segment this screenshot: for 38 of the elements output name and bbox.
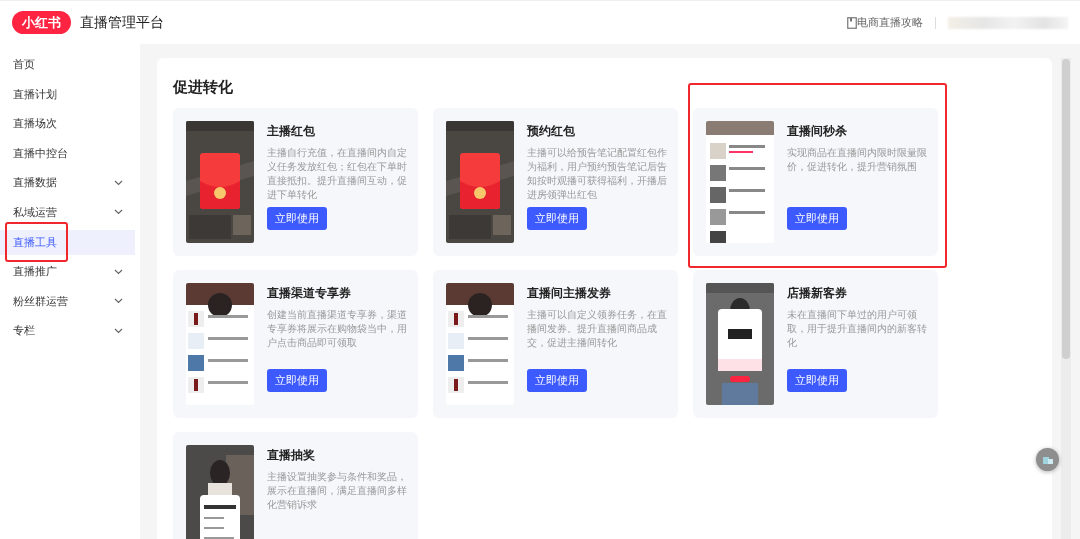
book-icon — [847, 16, 857, 29]
sidebar-item[interactable]: 直播推广 — [0, 259, 135, 285]
section-title: 促进转化 — [173, 78, 234, 97]
guide-link[interactable]: 电商直播攻略 — [857, 15, 923, 30]
use-button[interactable]: 立即使用 — [267, 207, 327, 230]
sidebar-item[interactable]: 直播工具 — [0, 229, 135, 255]
floating-button[interactable] — [1036, 448, 1059, 471]
use-button[interactable]: 立即使用 — [267, 369, 327, 392]
use-button[interactable]: 立即使用 — [527, 207, 587, 230]
card-description: 主播自行充值，在直播间内自定义任务发放红包；红包在下单时直接抵扣。提升直播间互动，促进下单转化 — [267, 146, 408, 202]
card-description: 创建当前直播渠道专享券，渠道专享券将展示在购物袋当中，用户点击商品即可领取 — [267, 308, 408, 350]
sidebar-item[interactable]: 私域运营 — [0, 199, 135, 225]
use-button[interactable]: 立即使用 — [787, 369, 847, 392]
sidebar-item[interactable]: 粉丝群运营 — [0, 288, 135, 314]
sidebar-item[interactable]: 直播场次 — [0, 111, 135, 137]
card-title: 直播间主播发券 — [527, 285, 612, 302]
use-button[interactable]: 立即使用 — [787, 207, 847, 230]
card-title: 预约红包 — [527, 123, 576, 140]
card-description: 主播可以自定义领券任务，在直播间发券。提升直播间商品成交，促进主播间转化 — [527, 308, 668, 350]
sidebar-item[interactable]: 首页 — [0, 52, 135, 77]
sidebar-item[interactable]: 直播中控台 — [0, 140, 135, 166]
use-button[interactable]: 立即使用 — [527, 369, 587, 392]
sidebar-item[interactable]: 专栏 — [0, 318, 135, 344]
sidebar-item[interactable]: 直播计划 — [0, 81, 135, 107]
card-description: 未在直播间下单过的用户可领取，用于提升直播间内的新客转化 — [787, 308, 928, 350]
card-title: 主播红包 — [267, 123, 316, 140]
logo: 小红书 — [12, 11, 71, 34]
bag-icon — [1041, 454, 1054, 465]
sidebar-item[interactable]: 直播数据 — [0, 170, 135, 196]
card-description: 实现商品在直播间内限时限量限价，促进转化，提升营销氛围 — [787, 146, 928, 174]
app-title: 直播管理平台 — [80, 13, 164, 32]
card-title: 店播新客券 — [787, 285, 848, 302]
card-title: 直播抽奖 — [267, 447, 316, 464]
card-title: 直播渠道专享券 — [267, 285, 352, 302]
card-description: 主播可以给预告笔记配置红包作为福利，用户预约预告笔记后告知按时观播可获得福利，开播后进房领弹出红包 — [527, 146, 668, 202]
card-title: 直播间秒杀 — [787, 123, 848, 140]
card-description: 主播设置抽奖参与条件和奖品，展示在直播间，满足直播间多样化营销诉求 — [267, 470, 408, 512]
scrollbar[interactable] — [1061, 58, 1071, 539]
